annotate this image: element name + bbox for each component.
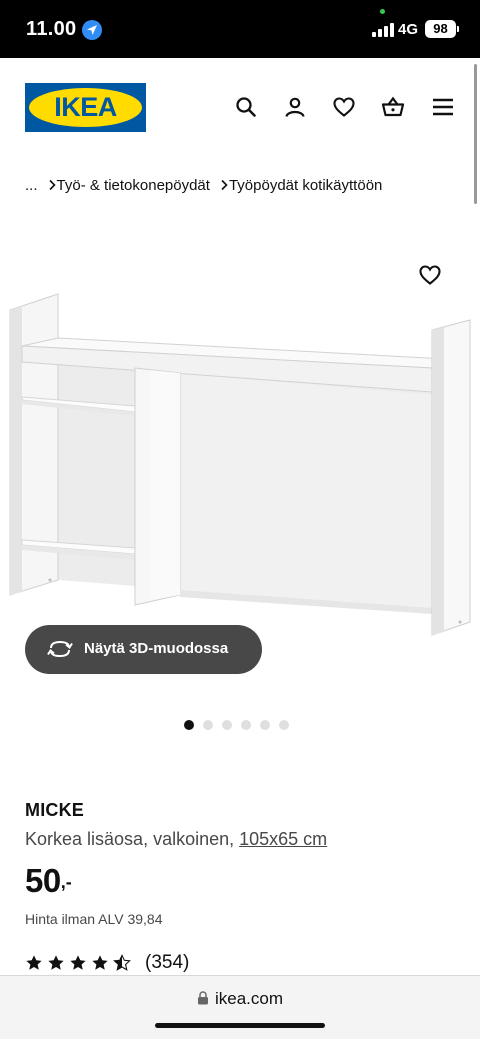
carousel-dot[interactable]	[241, 720, 251, 730]
carousel-dot[interactable]	[184, 720, 194, 730]
product-rating[interactable]: (354)	[25, 952, 189, 974]
browser-address-bar[interactable]: ikea.com	[0, 975, 480, 1039]
user-icon[interactable]	[283, 95, 307, 119]
view-3d-button[interactable]: Näytä 3D-muodossa	[25, 625, 262, 674]
url-display[interactable]: ikea.com	[0, 989, 480, 1009]
product-name: MICKE	[25, 800, 84, 820]
star-full-icon	[92, 955, 108, 970]
chevron-right-icon	[48, 179, 56, 191]
scrollbar[interactable]	[474, 64, 477, 204]
battery-icon: 98	[425, 20, 456, 38]
rotate-3d-icon	[47, 639, 73, 659]
product-description: Korkea lisäosa, valkoinen, 105x65 cm	[25, 829, 327, 850]
breadcrumb: ... Työ- & tietokonepöydät Työpöydät kot…	[25, 175, 382, 195]
micke-add-on-unit-illustration	[9, 293, 471, 636]
price-decimal: ,-	[60, 872, 72, 892]
price-excl-vat: Hinta ilman ALV 39,84	[25, 911, 163, 927]
product-dimensions-link[interactable]: 105x65 cm	[239, 829, 327, 849]
star-full-icon	[48, 955, 64, 970]
menu-icon[interactable]	[431, 95, 455, 119]
lock-icon	[197, 990, 209, 1005]
product-description-text: Korkea lisäosa, valkoinen,	[25, 829, 240, 849]
star-full-icon	[70, 955, 86, 970]
url-text: ikea.com	[214, 989, 284, 1008]
heart-icon[interactable]	[332, 95, 356, 119]
breadcrumb-link-desks[interactable]: Työ- & tietokonepöydät	[57, 177, 210, 194]
star-half-icon	[113, 954, 131, 971]
basket-icon[interactable]	[381, 95, 405, 119]
image-carousel-dots	[184, 720, 289, 732]
breadcrumb-ellipsis[interactable]: ...	[25, 177, 38, 194]
home-indicator[interactable]	[155, 1023, 325, 1028]
star-full-icon	[26, 955, 42, 970]
privacy-indicator-icon	[380, 9, 385, 14]
signal-strength-icon	[372, 23, 394, 37]
ikea-logo[interactable]: IKEA	[25, 83, 146, 132]
carousel-dot[interactable]	[222, 720, 232, 730]
carousel-dot[interactable]	[260, 720, 270, 730]
status-time: 11.00	[26, 18, 77, 40]
add-to-wishlist-heart-icon[interactable]	[418, 263, 442, 287]
search-icon[interactable]	[234, 95, 258, 119]
breadcrumb-link-home-desks[interactable]: Työpöydät kotikäyttöön	[229, 177, 382, 194]
status-bar: 11.00 4G 98	[0, 0, 480, 58]
rating-count: (354)	[145, 952, 190, 973]
price-integer: 50	[25, 862, 61, 899]
network-type: 4G	[398, 21, 419, 38]
product-price: 50,-	[25, 862, 72, 902]
view-3d-label: Näytä 3D-muodossa	[84, 640, 229, 657]
carousel-dot[interactable]	[279, 720, 289, 730]
battery-tip	[457, 26, 459, 32]
location-arrow-icon	[82, 20, 102, 40]
carousel-dot[interactable]	[203, 720, 213, 730]
logo-text: IKEA	[54, 92, 117, 122]
product-image[interactable]	[0, 250, 480, 670]
chevron-right-icon	[220, 179, 228, 191]
